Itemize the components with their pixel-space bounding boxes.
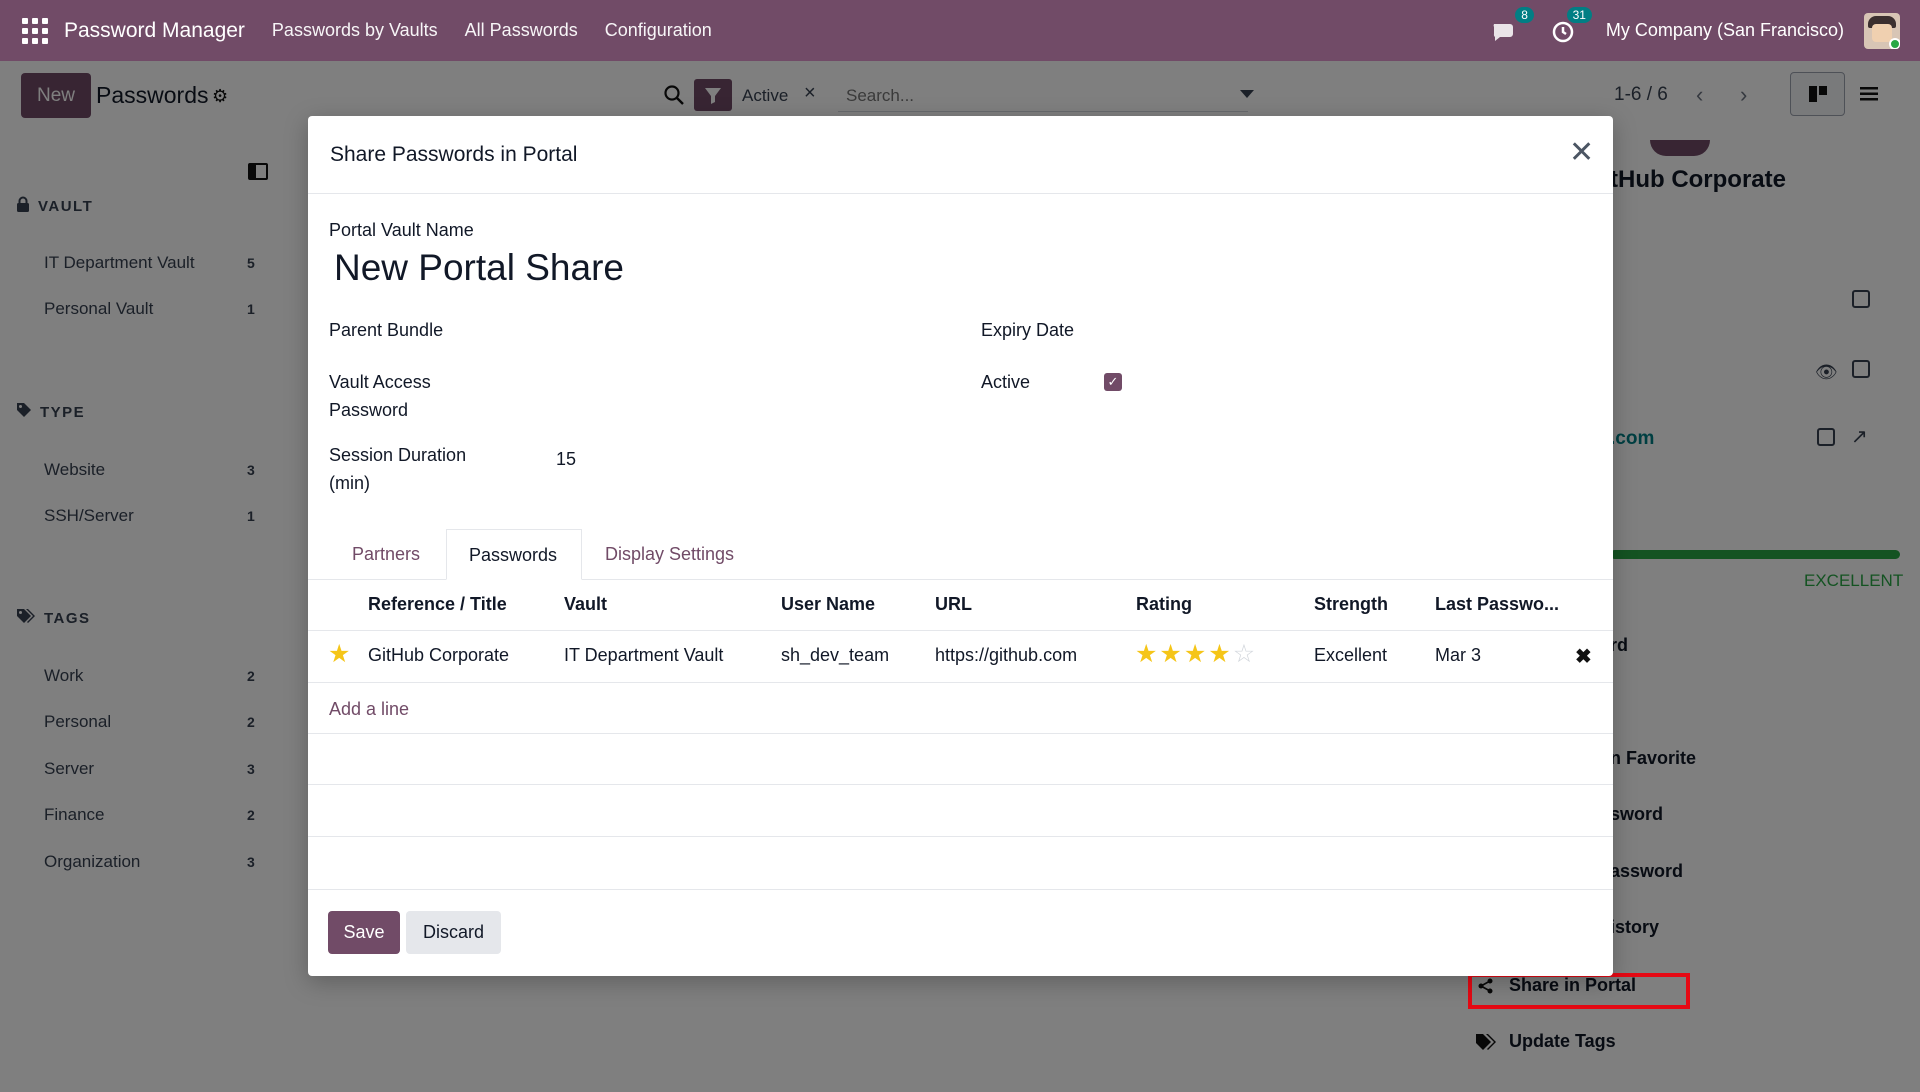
menu-passwords-by-vaults[interactable]: Passwords by Vaults [272, 20, 438, 41]
discard-button[interactable]: Discard [406, 911, 501, 954]
cell-url[interactable]: https://github.com [935, 645, 1077, 666]
expiry-date-field[interactable] [1098, 314, 1478, 344]
top-navbar: Password Manager Passwords by Vaults All… [0, 0, 1920, 61]
star-filled-icon[interactable]: ★ [1208, 640, 1230, 668]
cell-user-name[interactable]: sh_dev_team [781, 645, 889, 666]
favorite-star-icon[interactable]: ★ [328, 639, 350, 669]
row-divider [308, 733, 1613, 734]
parent-bundle-field[interactable] [553, 314, 923, 344]
cell-last-password: Mar 3 [1435, 645, 1482, 665]
apps-menu-icon[interactable] [22, 17, 48, 44]
session-duration-label: Session Duration (min) [329, 445, 467, 493]
star-filled-icon[interactable]: ★ [1159, 640, 1181, 668]
online-status-icon [1889, 37, 1900, 49]
vault-access-password-label: Vault Access Password [329, 372, 431, 420]
messages-icon[interactable]: 8 [1490, 6, 1534, 46]
active-label: Active [981, 372, 1031, 392]
messages-badge: 8 [1515, 6, 1534, 23]
cell-strength: Excellent [1314, 645, 1388, 665]
parent-bundle-label: Parent Bundle [329, 320, 444, 340]
column-header-rating[interactable]: Rating [1136, 594, 1192, 615]
menu-all-passwords[interactable]: All Passwords [465, 20, 578, 41]
tab-display-settings[interactable]: Display Settings [605, 544, 734, 565]
user-avatar[interactable] [1864, 12, 1900, 49]
add-line-link[interactable]: Add a line [329, 699, 409, 720]
tab-passwords[interactable]: Passwords [446, 529, 582, 580]
portal-vault-name-label: Portal Vault Name [329, 220, 474, 240]
footer-divider [308, 889, 1613, 890]
expiry-date-label: Expiry Date [981, 320, 1075, 340]
delete-row-icon[interactable]: ✖ [1575, 644, 1592, 669]
session-duration-input[interactable]: 15 [556, 449, 576, 470]
column-header-strength[interactable]: Strength [1314, 594, 1388, 615]
star-filled-icon[interactable]: ★ [1184, 640, 1206, 668]
highlight-box [1468, 973, 1690, 1009]
cell-title[interactable]: GitHub Corporate [368, 645, 509, 666]
dialog-title: Share Passwords in Portal [330, 143, 578, 166]
star-filled-icon[interactable]: ★ [1135, 640, 1157, 668]
star-empty-icon[interactable]: ☆ [1233, 640, 1255, 668]
rating-stars[interactable]: ★★★★☆ [1135, 639, 1257, 669]
column-header-reference[interactable]: Reference / Title [368, 594, 507, 615]
column-header-url[interactable]: URL [935, 594, 972, 615]
vault-access-password-field[interactable] [553, 368, 923, 398]
company-switcher[interactable]: My Company (San Francisco) [1606, 20, 1844, 41]
save-button[interactable]: Save [328, 911, 400, 954]
active-checkbox[interactable]: ✓ [1104, 373, 1122, 391]
row-divider [308, 682, 1613, 683]
close-icon[interactable]: ✕ [1569, 138, 1594, 168]
app-name[interactable]: Password Manager [64, 19, 245, 43]
column-header-vault[interactable]: Vault [564, 594, 607, 615]
activity-clock-icon[interactable]: 31 [1548, 6, 1592, 46]
row-divider [308, 784, 1613, 785]
share-portal-dialog: Share Passwords in Portal ✕ Portal Vault… [308, 116, 1613, 976]
menu-configuration[interactable]: Configuration [605, 20, 712, 41]
column-header-user-name[interactable]: User Name [781, 594, 875, 615]
divider [308, 193, 1613, 194]
portal-vault-name-input[interactable]: New Portal Share [334, 247, 624, 289]
cell-vault[interactable]: IT Department Vault [564, 645, 723, 666]
column-header-last-password[interactable]: Last Passwo... [1435, 594, 1559, 615]
row-divider [308, 836, 1613, 837]
tab-partners[interactable]: Partners [352, 544, 420, 565]
activities-badge: 31 [1566, 6, 1592, 23]
